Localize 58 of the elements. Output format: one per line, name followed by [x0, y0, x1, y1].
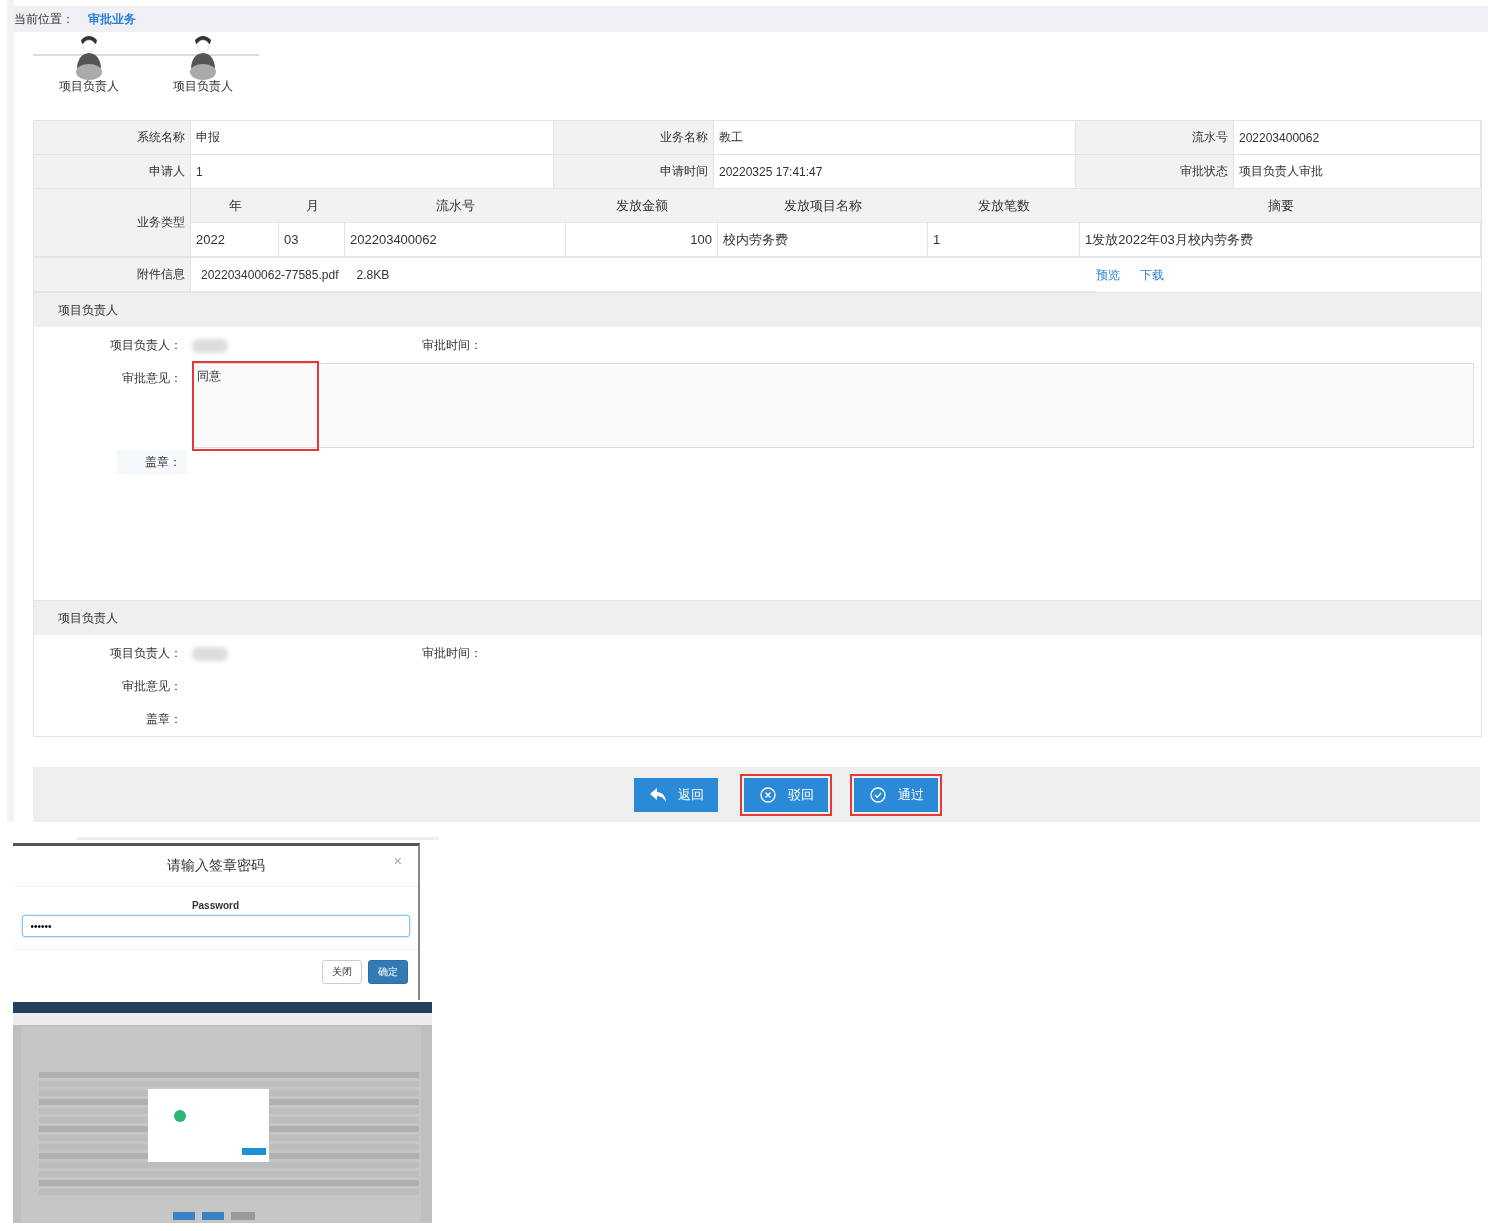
field-label: 审批意见： [121, 678, 182, 695]
field-label: 系统名称 [34, 121, 191, 155]
action-button[interactable]: 驳回 [743, 777, 828, 812]
table-cell: 1 [928, 223, 1080, 257]
field-value: 申报 [191, 121, 554, 155]
column-header: 发放项目名称 [718, 189, 928, 223]
step-label: 项目负责人 [173, 78, 233, 95]
action-button[interactable]: 返回 [633, 777, 718, 812]
field-value: 教工 [714, 121, 1076, 155]
file-size: 2.8KB [356, 267, 390, 282]
field-label: 审批状态 [1076, 155, 1234, 189]
table-cell: 2022 [191, 223, 279, 257]
dialog-title: 请输入签章密码 [166, 857, 265, 875]
reply-arrow-icon [649, 787, 666, 802]
field-label: 审批时间： [422, 337, 482, 354]
dialog-button[interactable]: 关闭 [322, 960, 362, 984]
column-header: 摘要 [1080, 189, 1481, 223]
field-value: 202203400062 [1234, 121, 1481, 155]
column-header: 发放金额 [566, 189, 718, 223]
step-label: 项目负责人 [59, 78, 119, 95]
dialog-button[interactable]: 确定 [368, 960, 408, 984]
field-label: 盖章： [145, 711, 182, 728]
field-label: Password [191, 900, 240, 911]
redaction-mark [192, 646, 228, 661]
action-button[interactable]: 通过 [853, 777, 938, 812]
section-title: 项目负责人 [58, 301, 118, 319]
field-label: 附件信息 [34, 258, 191, 292]
table-cell: 1发放2022年03月校内劳务费 [1080, 223, 1481, 257]
table-cell: 100 [566, 223, 718, 257]
file-link[interactable]: 预览 [1096, 266, 1120, 284]
close-circle-icon [759, 786, 776, 803]
field-label: 项目负责人： [109, 645, 182, 662]
check-circle-icon [869, 786, 886, 803]
field-label: 审批意见： [121, 370, 182, 387]
column-header: 流水号 [345, 189, 566, 223]
table-cell: 03 [279, 223, 345, 257]
column-header: 月 [279, 189, 345, 223]
field-label: 业务名称 [554, 121, 714, 155]
column-header: 年 [191, 189, 279, 223]
field-label: 业务类型 [34, 189, 191, 257]
field-label: 流水号 [1076, 121, 1234, 155]
password-field[interactable]: •••••• [21, 915, 410, 937]
field-label: 盖章： [117, 450, 187, 474]
column-header: 发放笔数 [928, 189, 1080, 223]
field-label: 申请人 [34, 155, 191, 189]
breadcrumb-link[interactable]: 审批业务 [88, 10, 136, 28]
field-label: 项目负责人： [109, 337, 182, 354]
breadcrumb-label: 当前位置： [14, 10, 74, 28]
close-button[interactable]: × [387, 852, 408, 870]
file-link[interactable]: 下载 [1140, 266, 1164, 284]
table-cell: 校内劳务费 [718, 223, 928, 257]
file-name: 202203400062-77585.pdf [201, 267, 339, 282]
field-label: 审批时间： [422, 645, 482, 662]
table-cell: 202203400062 [345, 223, 566, 257]
section-title: 项目负责人 [58, 609, 118, 627]
opinion-field[interactable]: 同意 [192, 363, 1474, 448]
field-label: 申请时间 [554, 155, 714, 189]
redaction-mark [192, 338, 228, 353]
